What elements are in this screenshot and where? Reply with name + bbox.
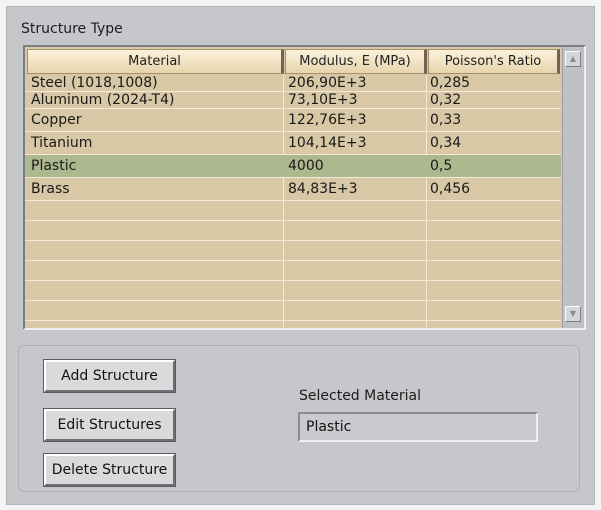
table-row-selected[interactable]: Plastic 4000 0,5	[25, 155, 561, 178]
selected-material-label: Selected Material	[299, 388, 422, 404]
cell-material: Steel (1018,1008)	[31, 75, 158, 91]
cell-modulus: 73,10E+3	[288, 92, 358, 108]
cell-material: Copper	[31, 112, 82, 128]
cell-poisson: 0,34	[430, 135, 462, 151]
add-structure-button[interactable]: Add Structure	[43, 359, 176, 393]
cell-modulus: 104,14E+3	[288, 135, 367, 151]
cell-modulus: 84,83E+3	[288, 181, 358, 197]
table-row-empty[interactable]	[25, 261, 561, 281]
cell-material: Titanium	[31, 135, 93, 151]
column-header-poisson[interactable]: Poisson's Ratio	[428, 49, 560, 74]
scroll-down-icon[interactable]: ▼	[565, 306, 581, 322]
cell-modulus: 4000	[288, 158, 324, 174]
scroll-up-icon[interactable]: ▲	[565, 51, 581, 67]
table-row[interactable]: Aluminum (2024-T4) 73,10E+3 0,32	[25, 92, 561, 109]
table-row-empty[interactable]	[25, 281, 561, 301]
cell-poisson: 0,456	[430, 181, 471, 197]
section-title: Structure Type	[21, 21, 123, 37]
delete-structure-button[interactable]: Delete Structure	[43, 453, 176, 487]
table-body: Material Modulus, E (MPa) Poisson's Rati…	[25, 47, 561, 328]
cell-poisson: 0,33	[430, 112, 462, 128]
column-header-modulus[interactable]: Modulus, E (MPa)	[285, 49, 427, 74]
cell-modulus: 206,90E+3	[288, 75, 367, 91]
vertical-scrollbar[interactable]: ▲ ▼	[562, 47, 584, 328]
table-row[interactable]: Steel (1018,1008) 206,90E+3 0,285	[25, 75, 561, 92]
cell-material: Brass	[31, 181, 70, 197]
cell-modulus: 122,76E+3	[288, 112, 367, 128]
table-row[interactable]: Brass 84,83E+3 0,456	[25, 178, 561, 201]
selected-material-field: Plastic	[298, 412, 538, 442]
cell-material: Aluminum (2024-T4)	[31, 92, 175, 108]
edit-structures-button[interactable]: Edit Structures	[43, 408, 176, 442]
table-rows: Steel (1018,1008) 206,90E+3 0,285 Alumin…	[25, 75, 561, 321]
cell-material: Plastic	[31, 158, 77, 174]
materials-table[interactable]: Material Modulus, E (MPa) Poisson's Rati…	[23, 45, 586, 330]
table-row-empty[interactable]	[25, 221, 561, 241]
table-row[interactable]: Titanium 104,14E+3 0,34	[25, 132, 561, 155]
cell-poisson: 0,32	[430, 92, 462, 108]
table-row-empty[interactable]	[25, 241, 561, 261]
cell-poisson: 0,5	[430, 158, 453, 174]
table-row-empty[interactable]	[25, 201, 561, 221]
table-row[interactable]: Copper 122,76E+3 0,33	[25, 109, 561, 132]
column-header-material[interactable]: Material	[27, 49, 284, 74]
table-row-empty[interactable]	[25, 301, 561, 321]
cell-poisson: 0,285	[430, 75, 471, 91]
